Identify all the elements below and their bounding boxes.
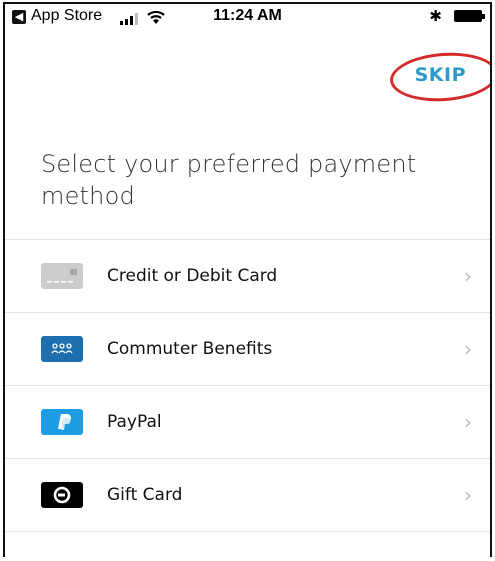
battery-icon — [454, 10, 485, 22]
payment-method-label: Credit or Debit Card — [107, 266, 278, 286]
chevron-right-icon: › — [464, 483, 472, 507]
payment-method-label: PayPal — [107, 412, 162, 432]
chevron-right-icon: › — [464, 410, 472, 434]
payment-method-paypal[interactable]: PayPal › — [5, 386, 490, 459]
chevron-right-icon: › — [464, 264, 472, 288]
paypal-icon — [41, 409, 83, 435]
payment-method-list: Credit or Debit Card › Commuter Benefits… — [5, 239, 490, 532]
status-bar: ◀ App Store 11:24 AM ✱ — [5, 4, 490, 30]
payment-method-label: Gift Card — [107, 485, 183, 505]
chevron-right-icon: › — [464, 337, 472, 361]
payment-method-gift-card[interactable]: Gift Card › — [5, 459, 490, 532]
app-screen: ◀ App Store 11:24 AM ✱ SKIP Select your … — [3, 2, 492, 557]
payment-method-label: Commuter Benefits — [107, 339, 273, 359]
credit-card-icon — [41, 263, 83, 289]
status-time: 11:24 AM — [213, 7, 282, 24]
payment-method-credit-card[interactable]: Credit or Debit Card › — [5, 240, 490, 313]
gift-card-icon — [41, 482, 83, 508]
payment-method-commuter-benefits[interactable]: Commuter Benefits › — [5, 313, 490, 386]
bluetooth-icon: ✱ — [429, 8, 442, 25]
skip-button[interactable]: SKIP — [415, 64, 466, 86]
commuter-benefits-icon — [41, 336, 83, 362]
page-title: Select your preferred payment method — [41, 150, 417, 210]
